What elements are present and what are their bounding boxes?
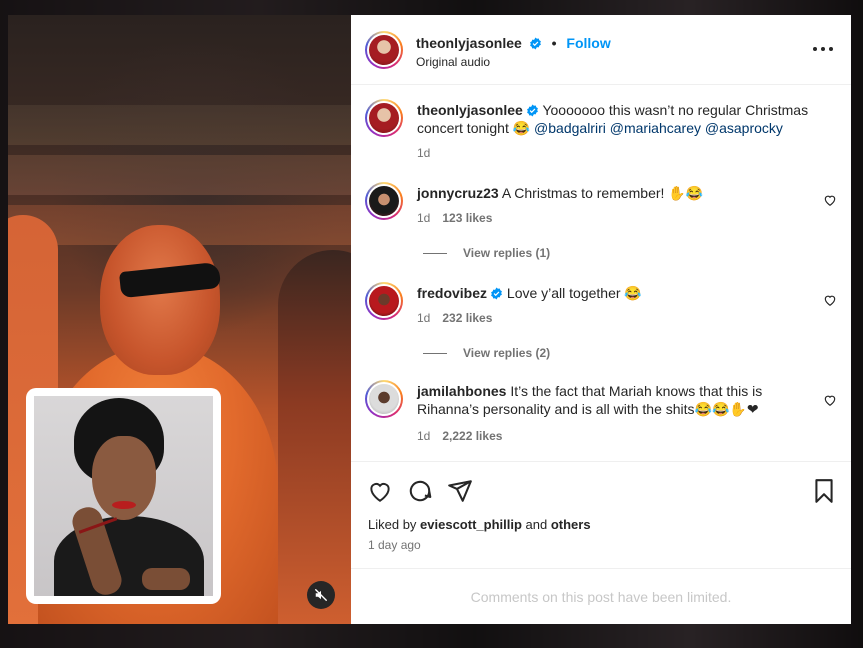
comment-username[interactable]: jonnycruz23	[417, 185, 499, 201]
separator-dot: •	[551, 35, 557, 51]
caption-username[interactable]: theonlyjasonlee	[417, 102, 523, 118]
mention-link[interactable]: @asaprocky	[705, 120, 783, 136]
comment-likes[interactable]: 123 likes	[442, 211, 492, 225]
comment-username[interactable]: jamilahbones	[417, 383, 506, 399]
comment-time[interactable]: 1d	[417, 211, 430, 225]
avatar[interactable]	[365, 182, 403, 220]
verified-badge-icon	[491, 287, 502, 300]
liked-by-prefix: Liked by	[368, 517, 421, 532]
comment-text: Love y’all together 😂	[506, 285, 642, 301]
heart-icon[interactable]	[823, 293, 837, 307]
volume-muted-icon	[315, 589, 327, 601]
post-time[interactable]: 1 day ago	[368, 538, 421, 552]
mention-link[interactable]: @badgalriri	[534, 120, 606, 136]
comment-likes[interactable]: 2,222 likes	[442, 429, 502, 443]
send-icon[interactable]	[447, 478, 473, 504]
action-bar	[351, 461, 851, 521]
comments-limited-notice: Comments on this post have been limited.	[351, 568, 851, 624]
liked-by-middle: and	[521, 517, 551, 532]
avatar[interactable]	[365, 31, 403, 69]
avatar[interactable]	[365, 282, 403, 320]
view-replies-label: View replies (2)	[463, 346, 551, 360]
mute-button[interactable]	[307, 581, 335, 609]
heart-icon[interactable]	[823, 393, 837, 407]
post-header: theonlyjasonlee • Follow Original audio	[351, 15, 851, 85]
avatar[interactable]	[365, 380, 403, 418]
crowd-background	[8, 155, 351, 195]
comment-icon[interactable]	[407, 478, 433, 504]
author-username[interactable]: theonlyjasonlee	[416, 35, 522, 51]
divider	[423, 352, 447, 354]
follow-button[interactable]: Follow	[566, 35, 610, 51]
inset-photo	[26, 388, 221, 604]
divider	[423, 252, 447, 254]
liked-by-others[interactable]: others	[551, 517, 591, 532]
video-person-head	[100, 225, 220, 375]
liked-by-user[interactable]: eviescott_phillip	[420, 517, 522, 532]
liked-by: Liked by eviescott_phillip and others	[368, 517, 591, 532]
view-replies-button[interactable]: View replies (2)	[423, 346, 550, 360]
verified-badge-icon	[526, 104, 538, 117]
post-details-panel: theonlyjasonlee • Follow Original audio …	[351, 15, 851, 624]
heart-icon[interactable]	[823, 193, 837, 207]
heart-icon[interactable]	[367, 478, 393, 504]
video-person-right	[278, 250, 351, 624]
comment-likes[interactable]: 232 likes	[442, 311, 492, 325]
bookmark-icon[interactable]	[811, 478, 837, 504]
mention-link[interactable]: @mariahcarey	[610, 120, 701, 136]
verified-badge-icon	[529, 37, 541, 50]
comment-username[interactable]: fredovibez	[417, 285, 487, 301]
view-replies-button[interactable]: View replies (1)	[423, 246, 550, 260]
audio-label[interactable]: Original audio	[416, 55, 490, 69]
comment-text: A Christmas to remember! ✋😂	[501, 185, 704, 201]
view-replies-label: View replies (1)	[463, 246, 551, 260]
post-media[interactable]	[8, 15, 351, 624]
caption-time[interactable]: 1d	[417, 146, 430, 160]
crowd-background	[8, 105, 351, 145]
avatar[interactable]	[365, 99, 403, 137]
comment-time[interactable]: 1d	[417, 429, 430, 443]
more-options-icon[interactable]	[813, 41, 833, 57]
comment-time[interactable]: 1d	[417, 311, 430, 325]
